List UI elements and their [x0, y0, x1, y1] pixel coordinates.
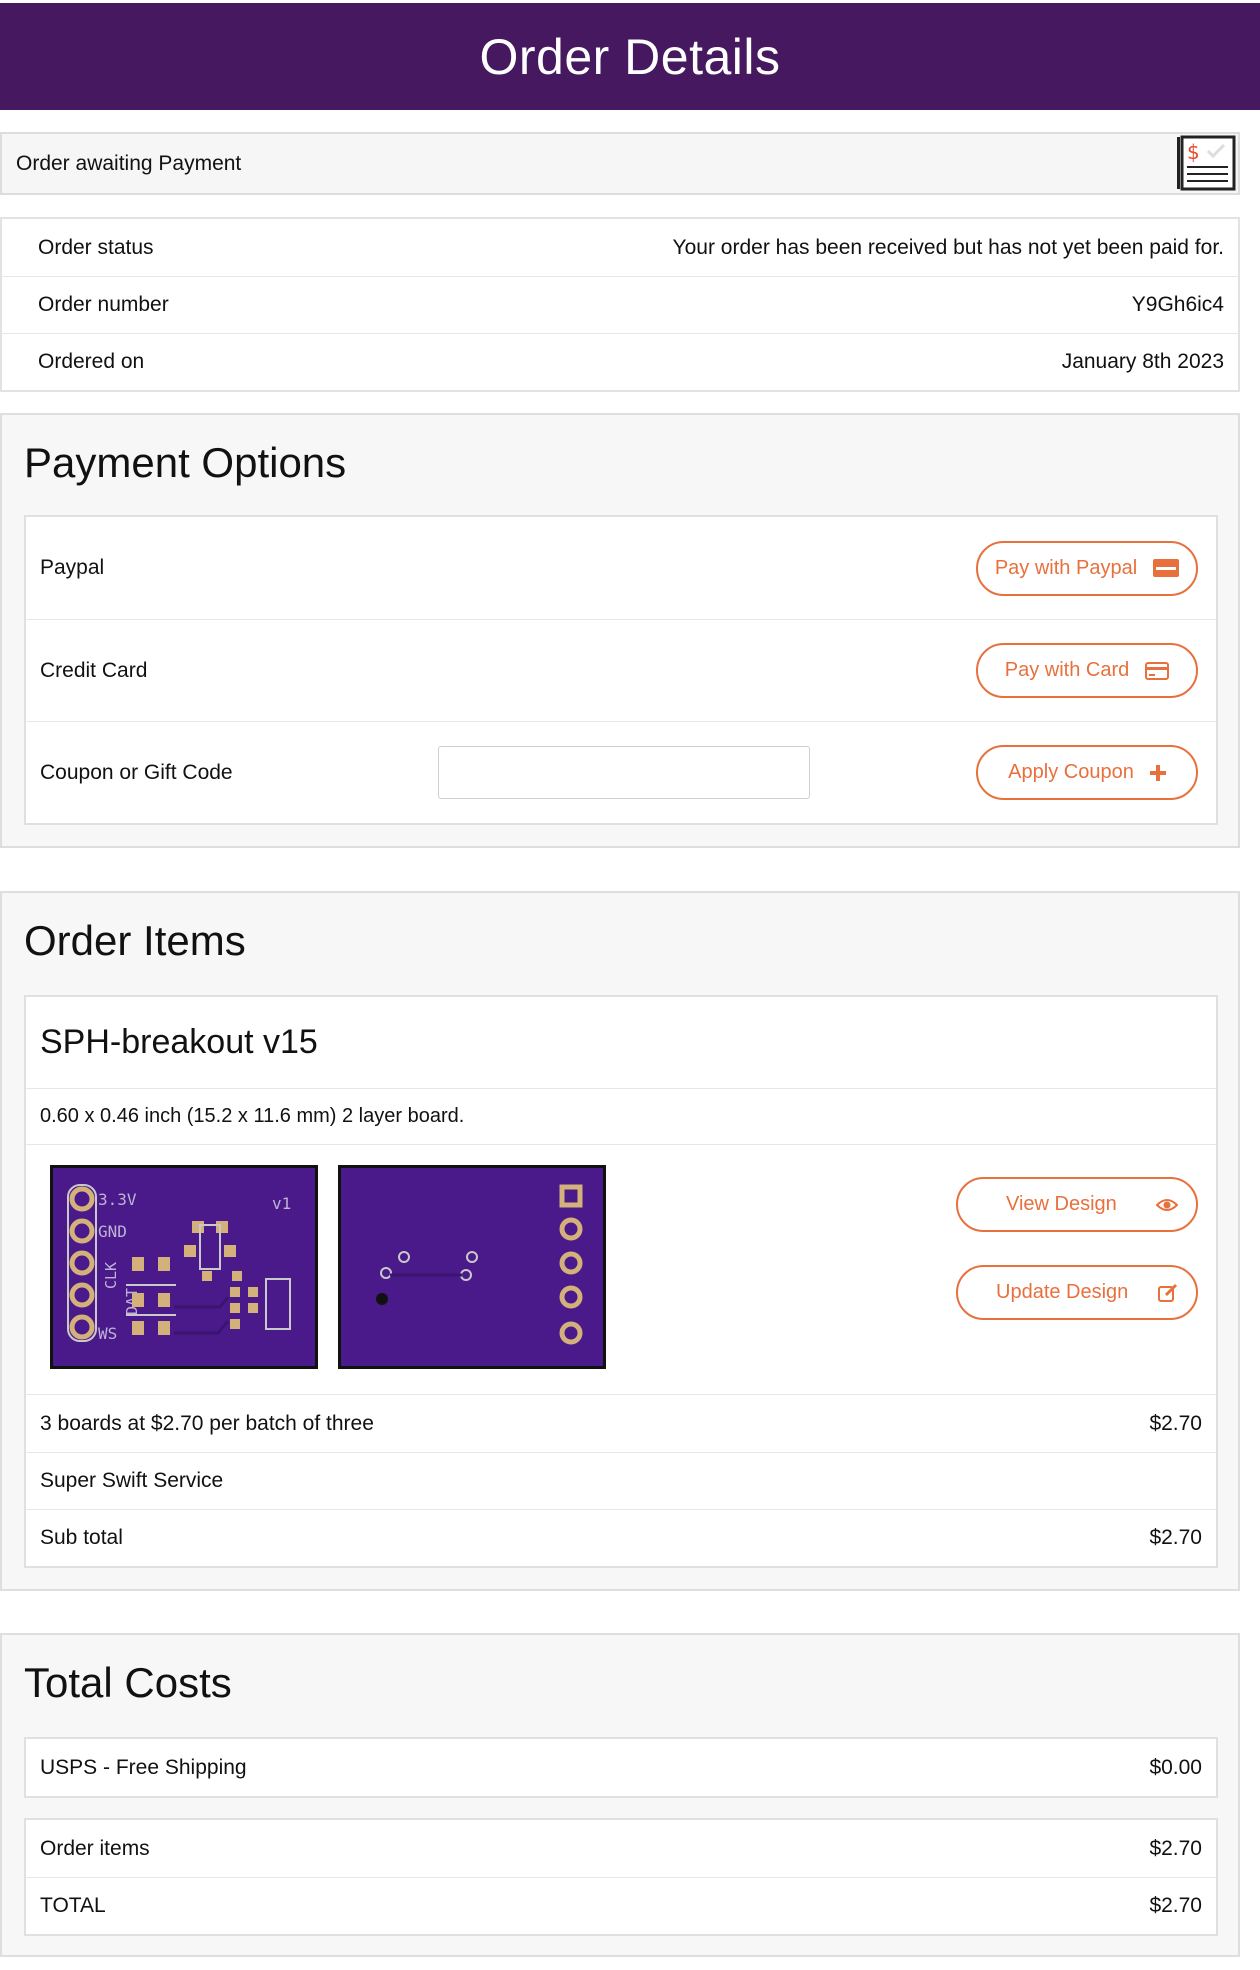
eye-icon — [1156, 1198, 1178, 1211]
shipping-box: USPS - Free Shipping $0.00 — [24, 1737, 1218, 1798]
page-title: Order Details — [479, 28, 781, 85]
credit-card-row: Credit Card Pay with Card — [26, 619, 1216, 721]
button-label: Update Design — [996, 1281, 1129, 1303]
total-costs-title: Total Costs — [24, 1659, 232, 1706]
row-value: $0.00 — [1149, 1755, 1202, 1779]
coupon-input[interactable] — [438, 746, 810, 799]
pcb-label: v1 — [272, 1194, 291, 1213]
order-info-table: Order status Your order has been receive… — [0, 217, 1240, 392]
item-cost-row: 3 boards at $2.70 per batch of three $2.… — [26, 1395, 1216, 1452]
credit-card-icon — [1145, 661, 1170, 680]
order-status-row: Order status Your order has been receive… — [2, 219, 1238, 276]
credit-card-label: Credit Card — [40, 658, 148, 682]
ordered-on-row: Ordered on January 8th 2023 — [2, 333, 1238, 390]
order-item-card: SPH-breakout v15 0.60 x 0.46 inch (15.2 … — [24, 995, 1218, 1568]
totals-box: Order items $2.70 TOTAL $2.70 — [24, 1818, 1218, 1936]
item-description: 0.60 x 0.46 inch (15.2 x 11.6 mm) 2 laye… — [26, 1089, 1216, 1145]
edit-icon — [1158, 1283, 1178, 1302]
row-value: $2.70 — [1149, 1526, 1202, 1549]
order-alert: Order awaiting Payment $ — [0, 132, 1240, 195]
row-label: Order items — [40, 1836, 150, 1860]
pcb-label: 3.3V — [98, 1190, 137, 1209]
order-items-title: Order Items — [24, 917, 246, 964]
order-items-panel: Order Items SPH-breakout v15 0.60 x 0.46… — [0, 891, 1240, 1591]
alert-text: Order awaiting Payment — [16, 151, 242, 175]
button-label: Apply Coupon — [1008, 761, 1134, 783]
payment-options-panel: Payment Options Paypal Pay with Paypal C… — [0, 413, 1240, 848]
update-design-button[interactable]: Update Design — [956, 1265, 1198, 1320]
total-costs-panel: Total Costs USPS - Free Shipping $0.00 O… — [0, 1633, 1240, 1957]
row-value: $2.70 — [1149, 1411, 1202, 1435]
payment-options-box: Paypal Pay with Paypal Credit Card Pay w… — [24, 515, 1218, 825]
order-status-value: Your order has been received but has not… — [672, 235, 1224, 259]
order-number-value: Y9Gh6ic4 — [1131, 293, 1224, 316]
grand-total-row: TOTAL $2.70 — [26, 1877, 1216, 1934]
paypal-icon — [1153, 559, 1180, 577]
invoice-dollar-icon: $ — [1177, 135, 1236, 191]
pay-with-paypal-button[interactable]: Pay with Paypal — [976, 540, 1198, 596]
item-cost-row: Super Swift Service — [26, 1452, 1216, 1509]
paypal-label: Paypal — [40, 556, 105, 579]
button-label: Pay with Paypal — [994, 556, 1138, 579]
row-label: Order status — [38, 235, 154, 259]
order-items-total-row: Order items $2.70 — [26, 1820, 1216, 1877]
item-cost-row: Sub total $2.70 — [26, 1509, 1216, 1566]
row-label: Super Swift Service — [40, 1469, 224, 1492]
pcb-label: WS — [98, 1324, 117, 1343]
button-label: View Design — [1006, 1193, 1117, 1215]
row-label: Sub total — [40, 1526, 123, 1549]
pcb-label: GND — [98, 1222, 127, 1241]
payment-options-title: Payment Options — [24, 439, 347, 486]
row-value: $2.70 — [1149, 1836, 1202, 1860]
item-preview-area: 3.3V GND WS v1 CLK DAT — [26, 1145, 1216, 1395]
row-value: $2.70 — [1149, 1894, 1202, 1917]
plus-icon — [1149, 764, 1166, 781]
apply-coupon-button[interactable]: Apply Coupon — [976, 745, 1198, 800]
paypal-row: Paypal Pay with Paypal — [26, 517, 1216, 619]
row-label: USPS - Free Shipping — [40, 1755, 247, 1779]
pcb-bottom-image — [338, 1165, 606, 1369]
row-label: 3 boards at $2.70 per batch of three — [40, 1411, 374, 1435]
item-cost-rows: 3 boards at $2.70 per batch of three $2.… — [26, 1395, 1216, 1566]
pay-with-card-button[interactable]: Pay with Card — [976, 643, 1198, 698]
shipping-row: USPS - Free Shipping $0.00 — [26, 1739, 1216, 1796]
row-label: Order number — [38, 293, 169, 316]
pcb-top-image: 3.3V GND WS v1 CLK DAT — [50, 1165, 318, 1369]
pcb-label: CLK — [102, 1262, 120, 1289]
coupon-row: Coupon or Gift Code Apply Coupon — [26, 721, 1216, 823]
item-name: SPH-breakout v15 — [26, 997, 1216, 1089]
page-header: Order Details — [0, 3, 1260, 110]
button-label: Pay with Card — [1004, 659, 1130, 681]
ordered-on-value: January 8th 2023 — [1061, 350, 1224, 373]
view-design-button[interactable]: View Design — [956, 1177, 1198, 1232]
svg-text:$: $ — [1187, 140, 1200, 164]
row-label: TOTAL — [40, 1894, 106, 1917]
row-label: Ordered on — [38, 350, 145, 373]
order-number-row: Order number Y9Gh6ic4 — [2, 276, 1238, 333]
